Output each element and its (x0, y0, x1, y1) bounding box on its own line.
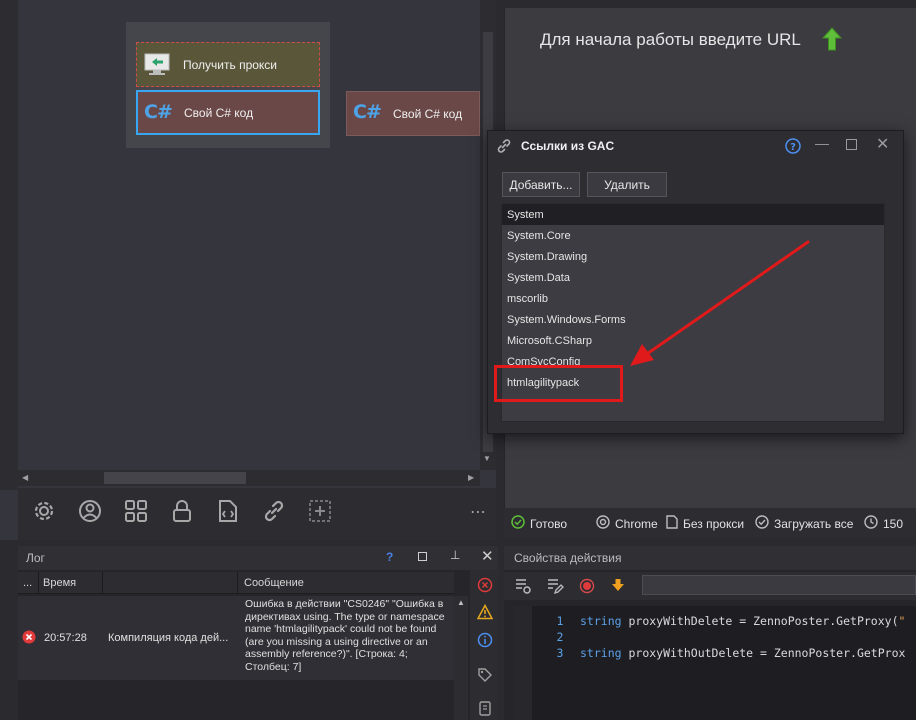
code-line: 3 string proxyWithOutDelete = ZennoPoster… (556, 646, 906, 660)
status-load-mode[interactable]: Загружать все (755, 515, 853, 532)
node-label: Свой C# код (393, 106, 463, 121)
clipboard-icon[interactable] (479, 700, 491, 719)
link-icon[interactable] (261, 498, 287, 524)
scroll-up-icon[interactable]: ▲ (457, 598, 465, 607)
pin-icon[interactable]: ⊥ (450, 548, 460, 562)
log-column-headers (18, 572, 454, 594)
clock-icon (864, 515, 878, 532)
column-separator (102, 572, 103, 594)
add-box-icon[interactable] (307, 498, 333, 524)
maximize-icon[interactable] (846, 139, 857, 150)
node-label: Получить прокси (183, 57, 278, 72)
add-reference-button[interactable]: Добавить... (502, 172, 580, 197)
scroll-right-icon[interactable]: ▶ (468, 473, 474, 482)
browser-hint: Для начала работы введите URL (540, 30, 801, 49)
node-csharp-code-selected[interactable]: C# Свой C# код (136, 90, 320, 135)
log-scrollbar[interactable] (454, 596, 468, 720)
column-separator (38, 572, 39, 594)
properties-title: Свойства действия (514, 551, 622, 565)
svg-text:?: ? (790, 142, 796, 153)
user-icon[interactable] (77, 498, 103, 524)
error-filter-icon[interactable] (477, 577, 493, 596)
record-icon[interactable] (579, 578, 595, 597)
annotation-arrow (600, 230, 820, 383)
check-circle-icon (755, 515, 769, 532)
edit-list-icon[interactable] (546, 577, 564, 598)
status-ready: Готово (511, 515, 567, 532)
scroll-down-icon[interactable]: ▼ (483, 454, 491, 463)
arrow-down-icon[interactable] (610, 577, 626, 596)
node-csharp-code[interactable]: C# Свой C# код (346, 91, 480, 136)
chrome-icon (596, 515, 610, 532)
canvas-left-gutter (0, 0, 18, 490)
code-line: 2 (556, 630, 564, 644)
list-settings-icon[interactable] (514, 577, 532, 598)
column-header[interactable]: Сообщение (244, 577, 304, 589)
log-message: Ошибка в действии "CS0246" "Ошибка в дир… (245, 598, 445, 673)
code-line: 1 string proxyWithDelete = ZennoPoster.Ge… (556, 614, 906, 628)
status-browser[interactable]: Chrome (596, 515, 658, 532)
monitor-arrow-icon (143, 52, 171, 81)
delete-reference-button[interactable]: Удалить (587, 172, 667, 197)
gear-icon[interactable] (31, 498, 57, 524)
document-icon (666, 515, 678, 532)
up-arrow-icon (821, 27, 843, 54)
dock-icon[interactable] (418, 552, 427, 561)
tag-filter-icon[interactable] (477, 667, 493, 686)
list-item-selected[interactable]: System (502, 204, 884, 225)
canvas-horizontal-scroll-thumb[interactable] (104, 472, 246, 484)
status-timeout[interactable]: 150 (864, 515, 903, 532)
close-icon[interactable]: ✕ (876, 134, 889, 154)
log-action: Компиляция кода дей... (108, 632, 229, 644)
column-separator (237, 572, 238, 594)
error-icon (22, 630, 36, 647)
column-header[interactable]: ... (23, 577, 32, 589)
node-get-proxy[interactable]: Получить прокси (136, 42, 320, 87)
link-icon (495, 137, 513, 158)
lock-icon[interactable] (169, 498, 195, 524)
help-icon[interactable]: ? (785, 138, 801, 157)
minimize-icon[interactable]: — (815, 135, 829, 151)
properties-input[interactable] (642, 575, 916, 595)
canvas-horizontal-scrollbar[interactable] (18, 470, 480, 486)
node-label: Свой C# код (184, 105, 254, 120)
warning-filter-icon[interactable] (476, 603, 494, 623)
check-circle-icon (511, 515, 525, 532)
dialog-title: Ссылки из GAC (521, 139, 615, 153)
csharp-icon: C# (144, 101, 173, 123)
log-title: Лог (26, 551, 45, 565)
help-icon[interactable]: ? (386, 550, 393, 564)
log-time: 20:57:28 (44, 632, 87, 644)
status-proxy[interactable]: Без прокси (666, 515, 744, 532)
close-icon[interactable]: ✕ (481, 547, 494, 565)
info-filter-icon[interactable] (477, 632, 493, 651)
grid-icon[interactable] (123, 498, 149, 524)
scroll-left-icon[interactable]: ◀ (22, 473, 28, 482)
code-editor-gutter (514, 606, 532, 720)
column-header[interactable]: Время (43, 577, 76, 589)
more-icon[interactable]: ⋯ (470, 502, 486, 522)
csharp-icon: C# (353, 101, 382, 123)
file-code-icon[interactable] (215, 498, 241, 524)
browser-top-strip (504, 0, 916, 8)
